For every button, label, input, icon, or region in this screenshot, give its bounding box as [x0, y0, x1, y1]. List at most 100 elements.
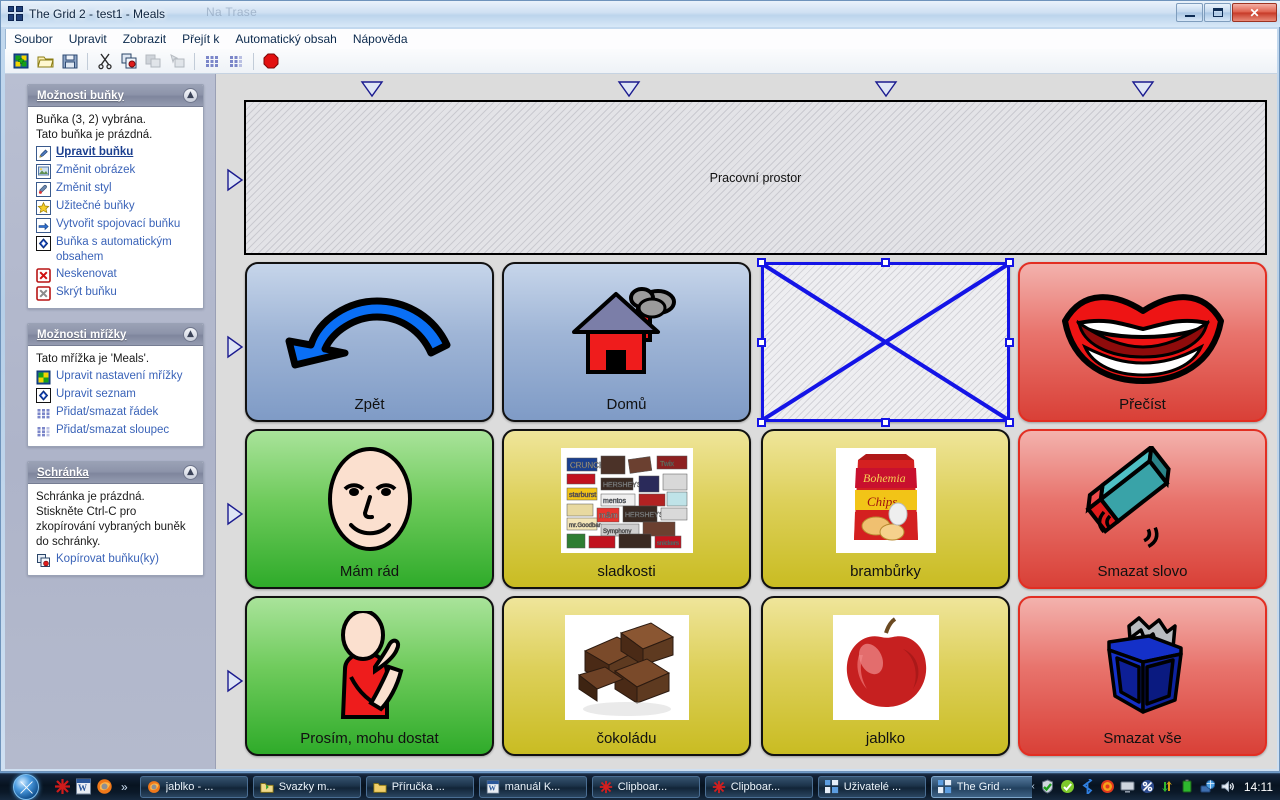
chevron-up-icon[interactable]: ▲ — [183, 327, 198, 342]
triangle-right-icon[interactable] — [226, 502, 244, 526]
save-button[interactable] — [59, 51, 81, 72]
cell-jablko[interactable]: jablko — [761, 596, 1010, 756]
do-not-scan-link[interactable]: Neskenovat — [36, 267, 196, 283]
tray-bluetooth-icon[interactable] — [1080, 776, 1095, 797]
cell-zpet[interactable]: Zpět — [245, 262, 494, 422]
svg-text:HERSHEYS: HERSHEYS — [625, 512, 664, 519]
selection-handle-w[interactable] — [757, 338, 766, 347]
selection-handle-s[interactable] — [881, 418, 890, 427]
task-clipboard-1[interactable]: Clipboar... — [591, 775, 700, 798]
tray-opera-icon[interactable] — [1100, 779, 1115, 794]
start-button[interactable] — [2, 773, 50, 800]
copy-button[interactable] — [118, 51, 140, 72]
menu-bar: Soubor Upravit Zobrazit Přejít k Automat… — [5, 29, 1277, 49]
title-bar[interactable]: The Grid 2 - test1 - Meals Na Trase ✕ — [1, 1, 1280, 27]
tray-display-icon[interactable] — [1120, 779, 1135, 794]
minimize-button[interactable] — [1176, 3, 1203, 22]
task-svazky[interactable]: Svazky m... — [252, 775, 361, 798]
cell-mam-rad[interactable]: Mám rád — [245, 429, 494, 589]
menu-upravit[interactable]: Upravit — [61, 30, 115, 48]
toolbar-separator — [253, 52, 254, 70]
change-style-label: Změnit styl — [56, 182, 112, 194]
cell-options-panel-header[interactable]: Možnosti buňky ▲ — [28, 85, 203, 107]
cell-cokoladu[interactable]: čokoládu — [502, 596, 751, 756]
taskbar-clock[interactable]: 14:11 — [1244, 780, 1273, 794]
selection-handle-nw[interactable] — [757, 258, 766, 267]
triangle-down-icon[interactable] — [874, 80, 898, 98]
task-jablko[interactable]: jablko - ... — [139, 775, 248, 798]
change-image-link[interactable]: Změnit obrázek — [36, 163, 196, 179]
triangle-right-icon[interactable] — [226, 669, 244, 693]
svg-text:mentos: mentos — [603, 498, 626, 505]
chevron-up-icon[interactable]: ▲ — [183, 88, 198, 103]
cell-smazat-slovo[interactable]: Smazat slovo — [1018, 429, 1267, 589]
clipboard-panel-header[interactable]: Schránka ▲ — [28, 462, 203, 484]
edit-grid-settings-link[interactable]: Upravit nastavení mřížky — [36, 369, 196, 385]
quick-launch-overflow[interactable]: » — [121, 780, 128, 794]
maximize-button[interactable] — [1204, 3, 1231, 22]
menu-prejit-k[interactable]: Přejít k — [174, 30, 227, 48]
close-button[interactable]: ✕ — [1232, 3, 1277, 22]
triangle-right-icon[interactable] — [226, 168, 244, 192]
triangle-right-icon[interactable] — [226, 335, 244, 359]
cell-sladkosti[interactable]: CRUNCH Twix HERSHEYS starburst mentos m&… — [502, 429, 751, 589]
tray-antivirus-icon[interactable] — [1040, 779, 1055, 794]
new-grid-button[interactable] — [11, 51, 33, 72]
copy-cells-link[interactable]: Kopírovat buňku(ky) — [36, 552, 196, 568]
selection-handle-ne[interactable] — [1005, 258, 1014, 267]
hide-cell-link[interactable]: Skrýt buňku — [36, 285, 196, 301]
stop-button[interactable] — [260, 51, 282, 72]
edit-list-link[interactable]: Upravit seznam — [36, 387, 196, 403]
selection-handle-n[interactable] — [881, 258, 890, 267]
tray-battery-icon[interactable] — [1180, 779, 1195, 794]
ql-firefox-icon[interactable] — [96, 778, 113, 795]
selection-handle-se[interactable] — [1005, 418, 1014, 427]
cell-smazat-vse[interactable]: Smazat vše — [1018, 596, 1267, 756]
menu-soubor[interactable]: Soubor — [6, 30, 61, 48]
task-clipboard-2[interactable]: Clipboar... — [704, 775, 813, 798]
floppy-save-icon — [61, 52, 79, 70]
task-uzivatele[interactable]: Uživatelé ... — [817, 775, 926, 798]
cell-domu[interactable]: Domů — [502, 262, 751, 422]
selection-handle-sw[interactable] — [757, 418, 766, 427]
cell-prosim[interactable]: Prosím, mohu dostat — [245, 596, 494, 756]
task-label: Uživatelé ... — [843, 780, 902, 793]
open-button[interactable] — [35, 51, 57, 72]
grid-options-panel-header[interactable]: Možnosti mřížky ▲ — [28, 324, 203, 346]
tray-nomachine-icon[interactable] — [1140, 779, 1155, 794]
back-arrow-icon — [247, 264, 492, 396]
change-style-link[interactable]: Změnit styl — [36, 181, 196, 197]
triangle-down-icon[interactable] — [617, 80, 641, 98]
tray-update-icon[interactable] — [1060, 779, 1075, 794]
chevron-up-icon[interactable]: ▲ — [183, 465, 198, 480]
menu-automaticky-obsah[interactable]: Automatický obsah — [227, 30, 344, 48]
edit-cell-link[interactable]: Upravit buňku — [36, 145, 196, 161]
add-delete-column-link[interactable]: Přidat/smazat sloupec — [36, 423, 196, 439]
add-column-button[interactable] — [225, 51, 247, 72]
task-the-grid[interactable]: The Grid ... — [930, 775, 1032, 798]
add-delete-row-link[interactable]: Přidat/smazat řádek — [36, 405, 196, 421]
tray-network-icon[interactable] — [1200, 779, 1216, 794]
create-jump-cell-link[interactable]: Vytvořit spojovací buňku — [36, 217, 196, 233]
cell-precist[interactable]: Přečíst — [1018, 262, 1267, 422]
useful-cells-link[interactable]: Užitečné buňky — [36, 199, 196, 215]
auto-content-cell-link[interactable]: Buňka s automatickým obsahem — [36, 235, 196, 265]
menu-zobrazit[interactable]: Zobrazit — [115, 30, 174, 48]
add-row-button[interactable] — [201, 51, 223, 72]
task-prirucka[interactable]: Příručka ... — [365, 775, 474, 798]
tray-sync-icon[interactable] — [1160, 779, 1175, 794]
ql-word-icon[interactable]: W — [75, 778, 92, 795]
menu-napoveda[interactable]: Nápověda — [345, 30, 416, 48]
ql-clipboard-icon[interactable] — [54, 778, 71, 795]
cut-button[interactable] — [94, 51, 116, 72]
triangle-down-icon[interactable] — [360, 80, 384, 98]
tray-expand-button[interactable]: ‹ — [1032, 781, 1035, 792]
workspace-cell[interactable]: Pracovní prostor — [244, 100, 1267, 255]
cell-bramburky[interactable]: Bohemia Chips brambůrky — [761, 429, 1010, 589]
tray-volume-icon[interactable] — [1220, 779, 1235, 794]
cell-label: Domů — [606, 396, 647, 413]
task-manual[interactable]: W manuál K... — [478, 775, 587, 798]
blue-diamond-icon — [36, 236, 51, 251]
triangle-down-icon[interactable] — [1131, 80, 1155, 98]
selection-handle-e[interactable] — [1005, 338, 1014, 347]
